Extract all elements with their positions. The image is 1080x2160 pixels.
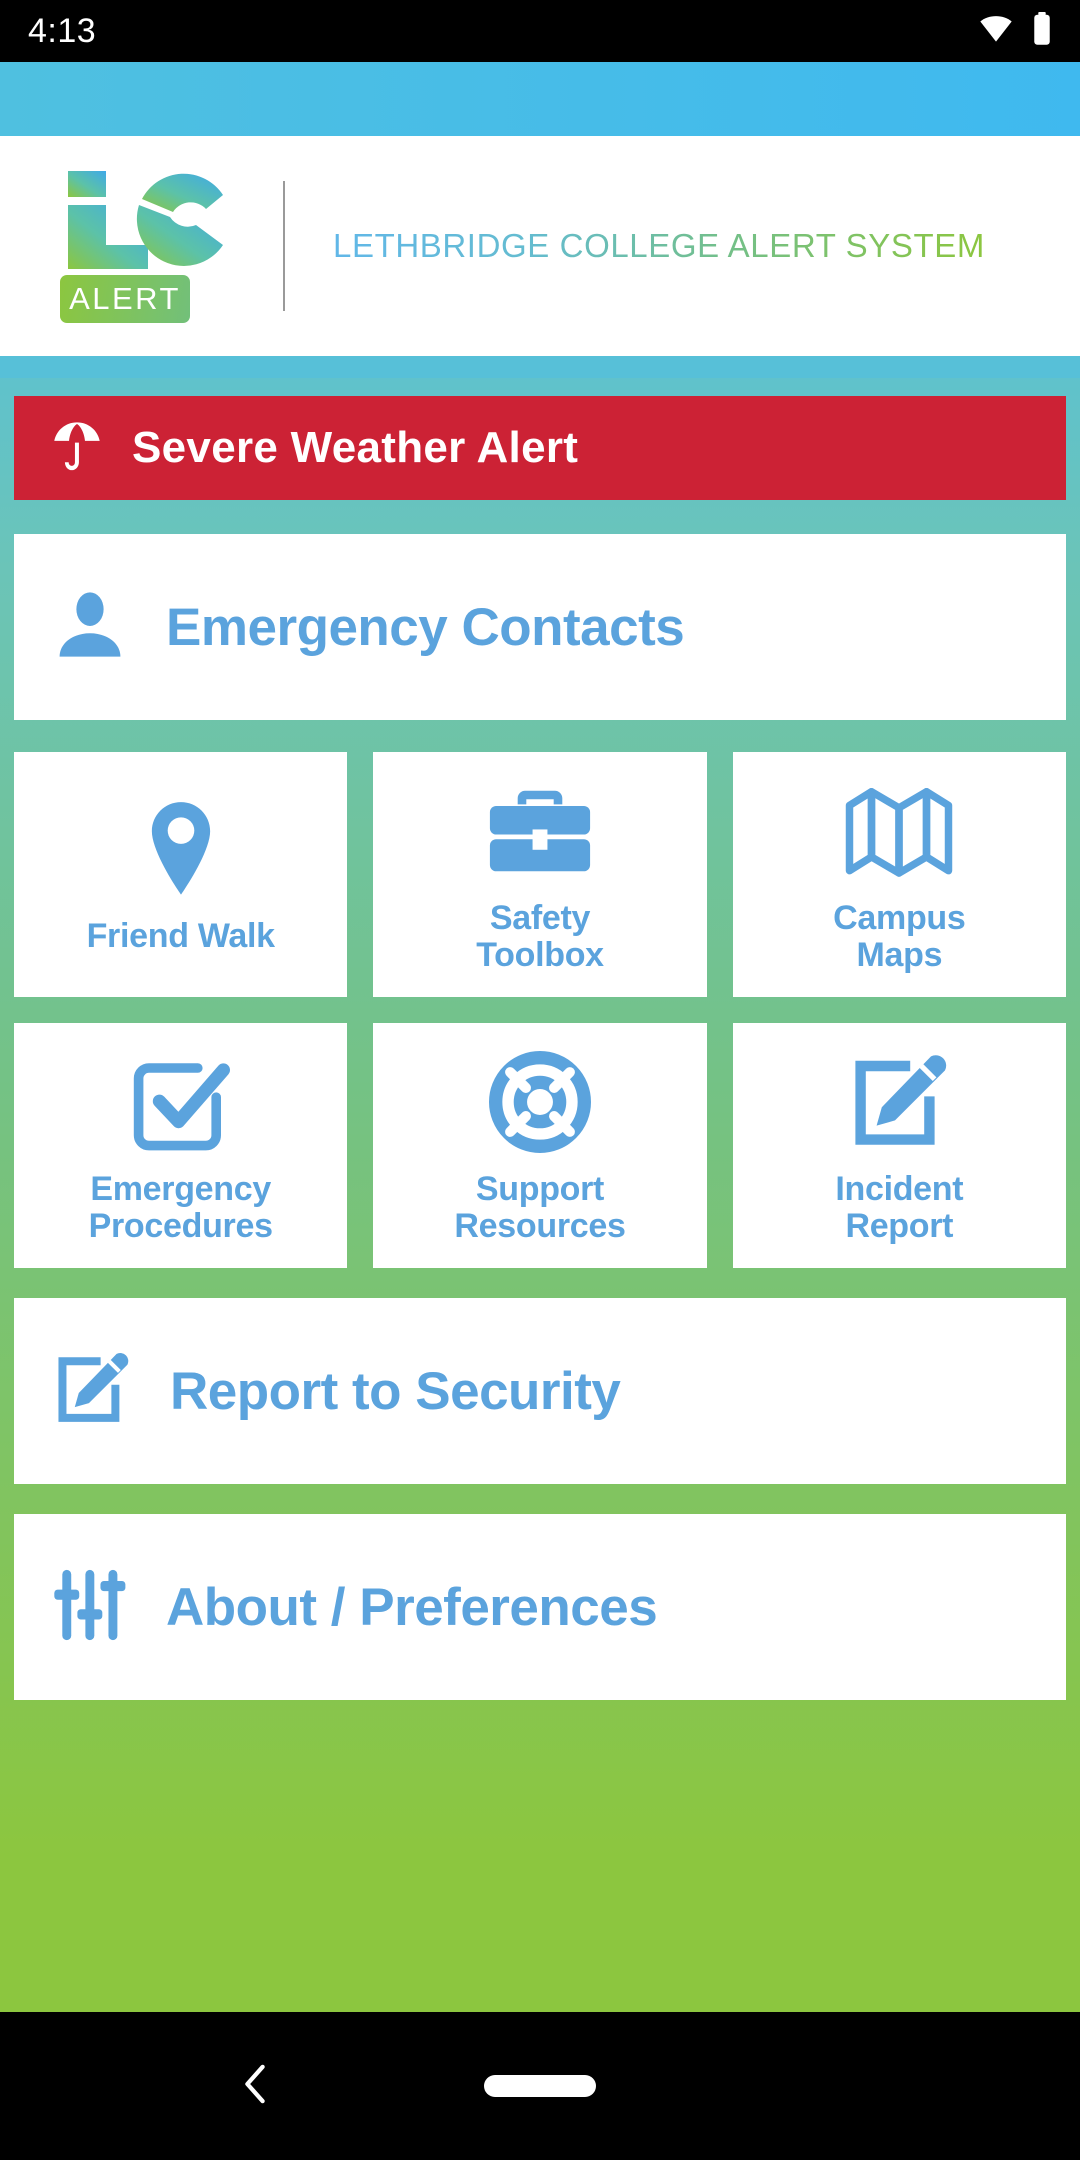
sliders-icon bbox=[52, 1565, 128, 1650]
lc-logo-icon bbox=[60, 169, 235, 269]
app-body: ALERT LETHBRIDGE COLLEGE ALERT SYSTEM Se… bbox=[0, 62, 1080, 2012]
edit-square-icon bbox=[847, 1043, 951, 1161]
battery-icon bbox=[1032, 11, 1052, 51]
briefcase-icon bbox=[485, 772, 595, 890]
tile-support-resources[interactable]: Support Resources bbox=[373, 1023, 707, 1268]
tile-emergency-procedures[interactable]: Emergency Procedures bbox=[14, 1023, 348, 1268]
system-nav-bar bbox=[0, 2012, 1080, 2160]
tile-label: Safety Toolbox bbox=[476, 898, 604, 974]
tile-label: Friend Walk bbox=[86, 917, 275, 956]
alert-badge: ALERT bbox=[60, 275, 190, 323]
back-chevron-icon[interactable] bbox=[238, 2063, 272, 2110]
tile-label: Incident Report bbox=[835, 1169, 964, 1245]
tile-safety-toolbox[interactable]: Safety Toolbox bbox=[373, 752, 707, 997]
app-header: ALERT LETHBRIDGE COLLEGE ALERT SYSTEM bbox=[0, 136, 1080, 356]
phone-screen: 4:13 ALERT LETHBRIDGE COLLEGE ALERT SYST… bbox=[0, 0, 1080, 2160]
map-pin-icon bbox=[143, 790, 219, 908]
header-divider bbox=[283, 181, 285, 311]
header-under-strip bbox=[0, 356, 1080, 378]
app-logo: ALERT bbox=[60, 169, 235, 323]
alert-banner-label: Severe Weather Alert bbox=[132, 423, 579, 472]
checkbox-icon bbox=[129, 1043, 233, 1161]
lifebuoy-icon bbox=[488, 1043, 591, 1161]
tile-incident-report[interactable]: Incident Report bbox=[732, 1023, 1066, 1268]
status-bar: 4:13 bbox=[0, 0, 1080, 62]
status-icon-group bbox=[978, 11, 1052, 51]
home-pill-icon[interactable] bbox=[484, 2075, 596, 2097]
tile-label: Support Resources bbox=[454, 1169, 626, 1245]
tile-label: Emergency Procedures bbox=[88, 1169, 273, 1245]
map-icon bbox=[844, 772, 954, 890]
tile-campus-maps[interactable]: Campus Maps bbox=[732, 752, 1066, 997]
main-content: Severe Weather Alert Emergency Contacts bbox=[0, 378, 1080, 1700]
edit-square-icon bbox=[52, 1349, 132, 1434]
report-to-security-label: Report to Security bbox=[170, 1361, 621, 1421]
emergency-contacts-label: Emergency Contacts bbox=[166, 597, 685, 657]
report-to-security-card[interactable]: Report to Security bbox=[14, 1298, 1066, 1484]
person-icon bbox=[52, 587, 128, 668]
tile-friend-walk[interactable]: Friend Walk bbox=[14, 752, 348, 997]
umbrella-icon bbox=[48, 417, 106, 480]
severe-weather-alert-banner[interactable]: Severe Weather Alert bbox=[14, 396, 1066, 500]
status-time: 4:13 bbox=[28, 11, 97, 50]
page-title: LETHBRIDGE COLLEGE ALERT SYSTEM bbox=[333, 227, 985, 264]
top-accent-strip bbox=[0, 62, 1080, 136]
about-preferences-card[interactable]: About / Preferences bbox=[14, 1514, 1066, 1700]
wifi-icon bbox=[978, 15, 1014, 48]
tile-label: Campus Maps bbox=[833, 898, 966, 974]
emergency-contacts-card[interactable]: Emergency Contacts bbox=[14, 534, 1066, 720]
feature-grid: Friend Walk Safety Toolbox Campus Maps E… bbox=[14, 752, 1066, 1268]
about-preferences-label: About / Preferences bbox=[166, 1577, 658, 1637]
